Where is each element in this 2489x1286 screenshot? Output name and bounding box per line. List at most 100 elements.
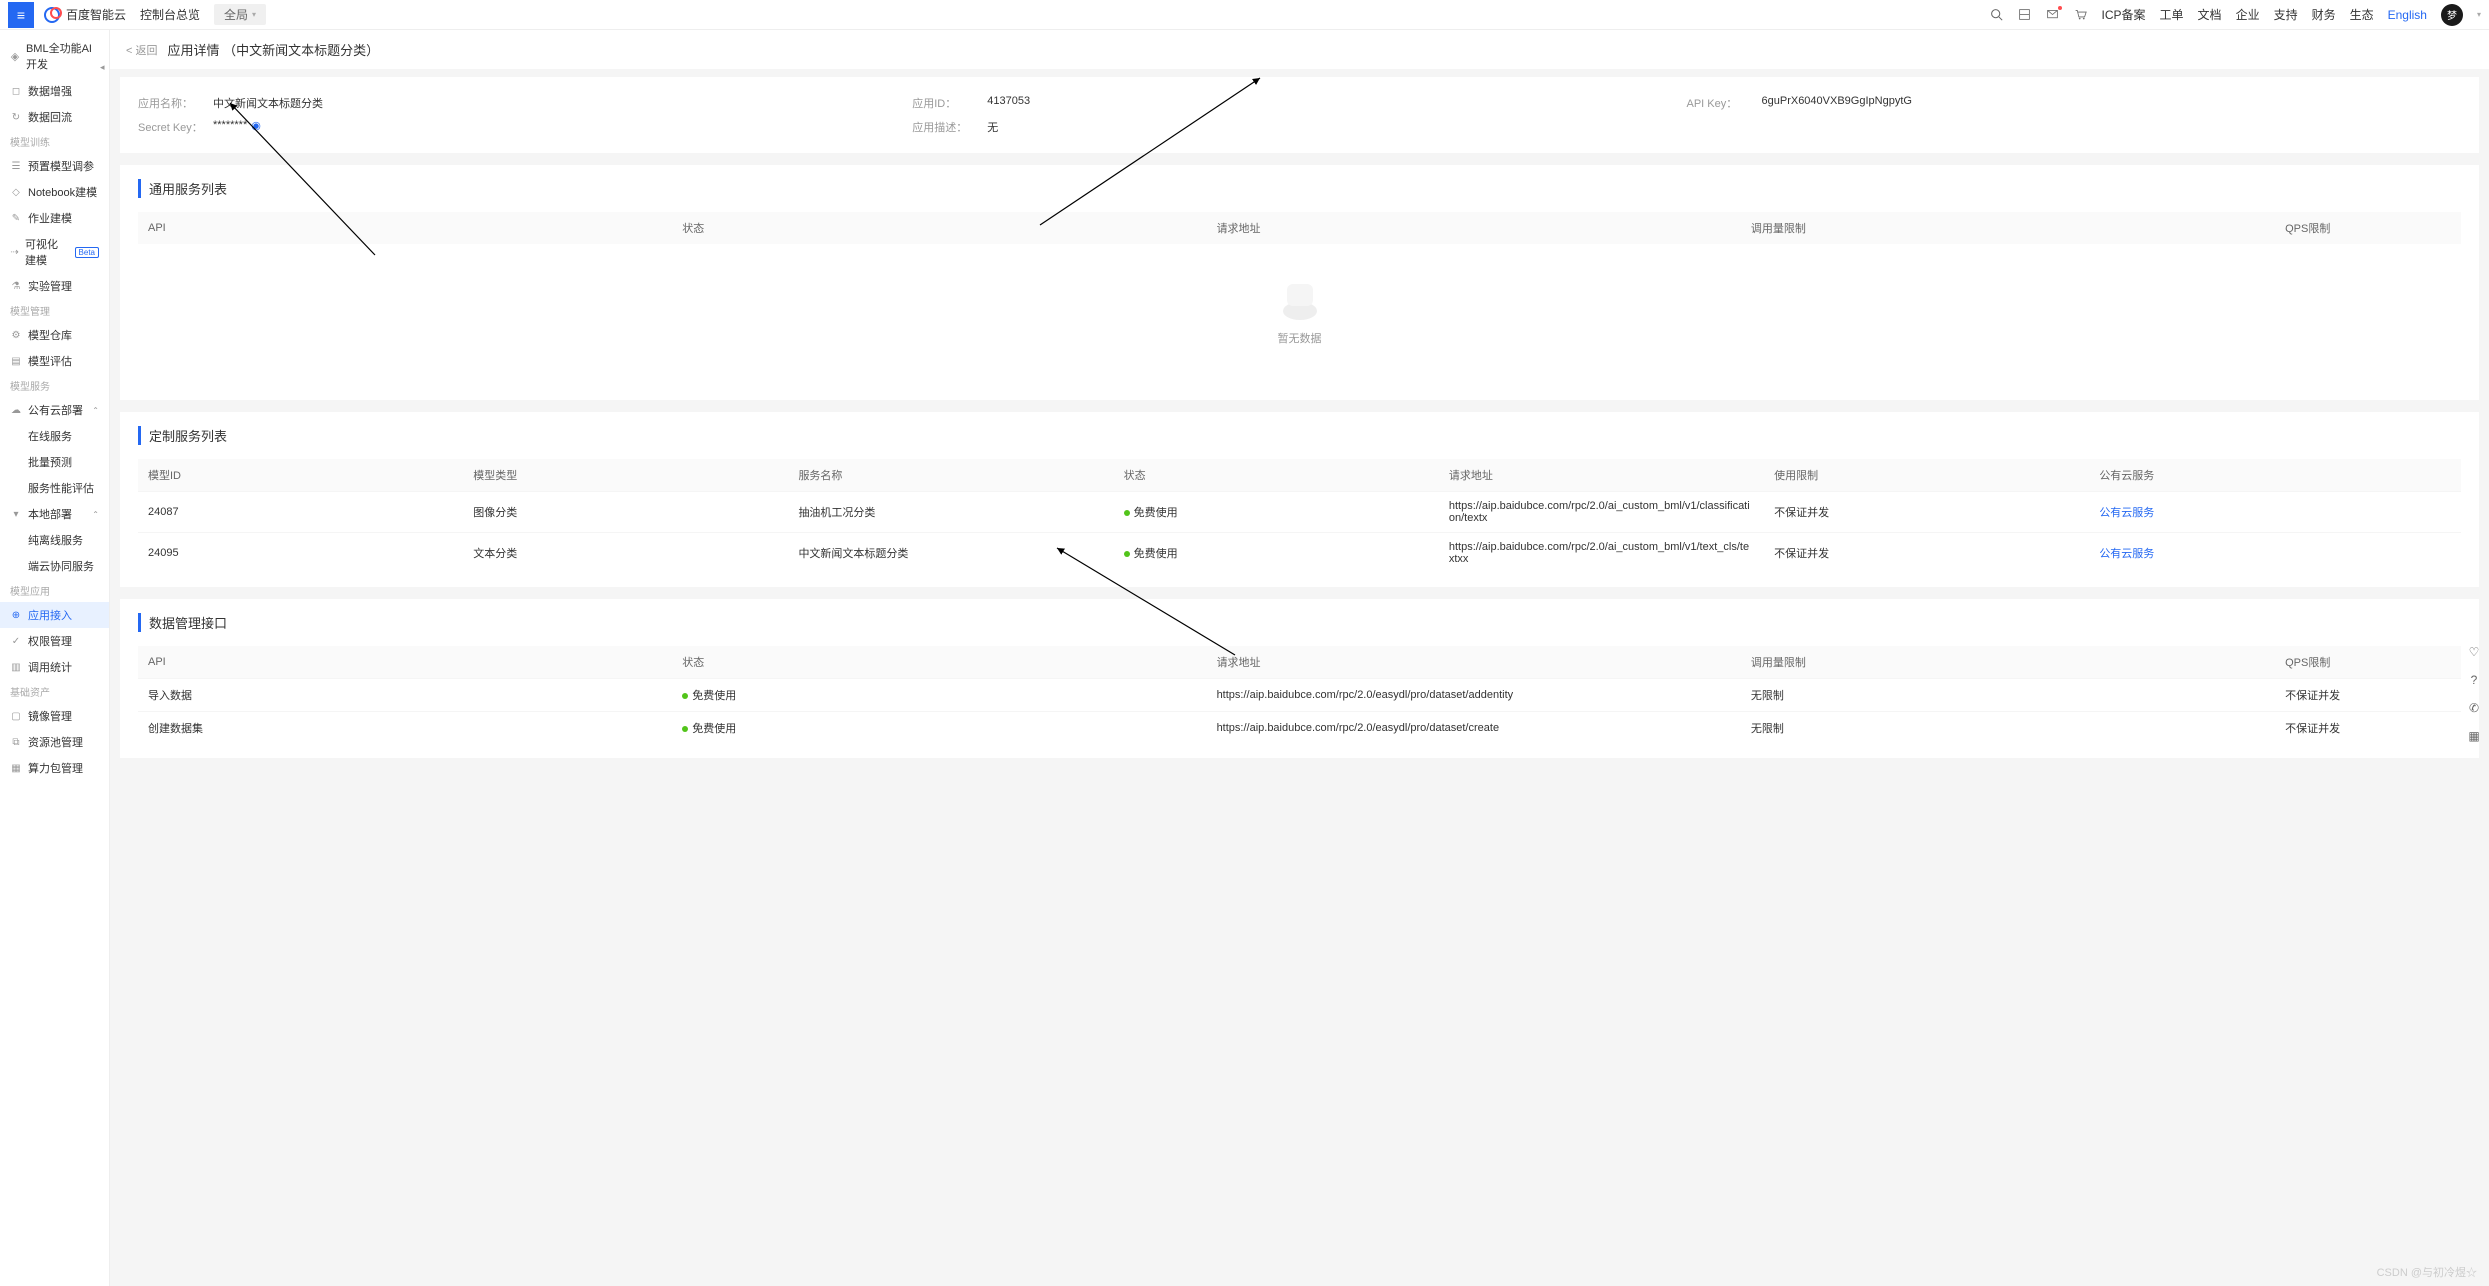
sidebar-item[interactable]: ⊕ 应用接入 xyxy=(0,602,109,628)
sidebar-item-label: 应用接入 xyxy=(28,607,72,623)
table-row: 24095文本分类中文新闻文本标题分类免费使用https://aip.baidu… xyxy=(138,533,2461,574)
sidebar-item-label: 模型评估 xyxy=(28,353,72,369)
sidebar-subitem[interactable]: 批量预测 xyxy=(0,449,109,475)
topbar: ≡ 百度智能云 控制台总览 全局 ▾ ICP备案 工单 文档 企业 支持 财务 … xyxy=(0,0,2489,30)
cell-limit: 不保证并发 xyxy=(1764,533,2089,574)
custom-service-table: 模型ID模型类型服务名称状态请求地址使用限制公有云服务 24087图像分类抽油机… xyxy=(138,459,2461,573)
sidebar-product-title[interactable]: ◈ BML全功能AI开发 xyxy=(0,34,109,78)
sidebar-item-icon: ⧉ xyxy=(10,736,22,748)
table-header: 调用量限制 xyxy=(1741,646,2275,679)
nav-icp[interactable]: ICP备案 xyxy=(2102,6,2146,23)
sidebar-item[interactable]: ▾ 本地部署 ⌃ xyxy=(0,501,109,527)
eye-icon[interactable]: ◉ xyxy=(251,119,261,135)
nav-ecosystem[interactable]: 生态 xyxy=(2350,6,2374,23)
logo[interactable]: 百度智能云 xyxy=(44,6,126,23)
table-header: QPS限制 xyxy=(2275,212,2461,244)
collapse-icon[interactable]: ◂ xyxy=(100,62,110,72)
general-service-table: API状态请求地址调用量限制QPS限制 xyxy=(138,212,2461,244)
cell-name: 抽油机工况分类 xyxy=(788,492,1113,533)
cell-qps: 不保证并发 xyxy=(2275,712,2461,745)
sidebar-item[interactable]: ▥调用统计 xyxy=(0,654,109,680)
help-icon[interactable]: ? xyxy=(2465,671,2483,689)
custom-service-title: 定制服务列表 xyxy=(138,426,2461,445)
sidebar-item-icon: ⚗ xyxy=(10,280,22,292)
cart-icon[interactable] xyxy=(2074,8,2088,22)
cell-service[interactable]: 公有云服务 xyxy=(2089,492,2461,533)
breadcrumb[interactable]: 控制台总览 xyxy=(140,6,200,23)
sidebar-item-icon: ◇ xyxy=(10,186,22,198)
scope-label: 全局 xyxy=(224,6,248,23)
nav-lang[interactable]: English xyxy=(2388,8,2427,22)
heart-icon[interactable]: ♡ xyxy=(2465,643,2483,661)
nav-support[interactable]: 支持 xyxy=(2274,6,2298,23)
sidebar-item[interactable]: ☁公有云部署⌃ xyxy=(0,397,109,423)
sidebar-item[interactable]: ▢镜像管理 xyxy=(0,703,109,729)
general-service-title: 通用服务列表 xyxy=(138,179,2461,198)
menu-button[interactable]: ≡ xyxy=(8,2,34,28)
cell-status: 免费使用 xyxy=(1114,533,1439,574)
sidebar-product-label: BML全功能AI开发 xyxy=(26,40,99,72)
sidebar-item[interactable]: ✎作业建模 xyxy=(0,205,109,231)
sidebar-subitem[interactable]: 端云协同服务 xyxy=(0,553,109,579)
sidebar-item[interactable]: ◇Notebook建模 xyxy=(0,179,109,205)
sidebar-subitem[interactable]: 纯离线服务 xyxy=(0,527,109,553)
info-app-desc: 应用描述： 无 xyxy=(912,115,1686,139)
nav-enterprise[interactable]: 企业 xyxy=(2236,6,2260,23)
avatar-chevron-icon[interactable]: ▾ xyxy=(2477,10,2481,19)
sidebar-item-icon: ▾ xyxy=(10,508,22,520)
cell-status: 免费使用 xyxy=(1114,492,1439,533)
sidebar-item[interactable]: ⚗实验管理 xyxy=(0,273,109,299)
data-api-title: 数据管理接口 xyxy=(138,613,2461,632)
sidebar-item[interactable]: ◻ 数据增强 xyxy=(0,78,109,104)
status-dot-icon xyxy=(682,726,688,732)
sidebar-item-icon: ▥ xyxy=(10,661,22,673)
table-row: 24087图像分类抽油机工况分类免费使用https://aip.baidubce… xyxy=(138,492,2461,533)
sidebar-item-label: 数据增强 xyxy=(28,83,72,99)
sidebar-item[interactable]: ↻数据回流 xyxy=(0,104,109,130)
search-icon[interactable] xyxy=(1990,8,2004,22)
app-info-panel: 应用名称： 中文新闻文本标题分类 应用ID： 4137053 API Key： … xyxy=(120,77,2479,153)
sidebar-item[interactable]: ✓权限管理 xyxy=(0,628,109,654)
sidebar-item-icon: ◻ xyxy=(10,85,22,97)
sidebar-item[interactable]: ⚙模型仓库 xyxy=(0,322,109,348)
nav-billing[interactable]: 财务 xyxy=(2312,6,2336,23)
cell-service[interactable]: 公有云服务 xyxy=(2089,533,2461,574)
cell-qps: 不保证并发 xyxy=(2275,679,2461,712)
chevron-icon: ⌃ xyxy=(92,510,99,519)
info-api-key: API Key： 6guPrX6040VXB9GgIpNgpytG xyxy=(1687,91,2461,115)
sidebar-item-label: 可视化建模 xyxy=(25,236,66,268)
scan-icon[interactable] xyxy=(2018,8,2032,22)
sidebar-subitem[interactable]: 服务性能评估 xyxy=(0,475,109,501)
sidebar-item-label: 本地部署 xyxy=(28,506,72,522)
sidebar-item-icon: ↻ xyxy=(10,111,22,123)
sidebar-item-label: 模型仓库 xyxy=(28,327,72,343)
sidebar-item-icon: ▤ xyxy=(10,355,22,367)
grid-icon[interactable]: ▦ xyxy=(2465,727,2483,745)
cell-status: 免费使用 xyxy=(672,679,1206,712)
sidebar-item-icon: ⊕ xyxy=(10,609,22,621)
avatar[interactable]: 梦 xyxy=(2441,4,2463,26)
page-header: < 返回 应用详情 （中文新闻文本标题分类） xyxy=(110,30,2489,69)
message-icon[interactable] xyxy=(2046,8,2060,22)
sidebar-item[interactable]: ▦算力包管理 xyxy=(0,755,109,781)
float-toolbar: ♡ ? ✆ ▦ xyxy=(2465,643,2483,745)
scope-select[interactable]: 全局 ▾ xyxy=(214,4,266,25)
table-header: 请求地址 xyxy=(1439,459,1764,492)
sidebar-subitem[interactable]: 在线服务 xyxy=(0,423,109,449)
nav-ticket[interactable]: 工单 xyxy=(2160,6,2184,23)
table-header: 使用限制 xyxy=(1764,459,2089,492)
sidebar-item[interactable]: ☰预置模型调参 xyxy=(0,153,109,179)
phone-icon[interactable]: ✆ xyxy=(2465,699,2483,717)
cell-limit: 不保证并发 xyxy=(1764,492,2089,533)
table-row: 导入数据免费使用https://aip.baidubce.com/rpc/2.0… xyxy=(138,679,2461,712)
general-service-panel: 通用服务列表 API状态请求地址调用量限制QPS限制 暂无数据 xyxy=(120,165,2479,400)
sidebar-item[interactable]: ▤ 模型评估 xyxy=(0,348,109,374)
sidebar-item-label: 算力包管理 xyxy=(28,760,83,776)
cell-url: https://aip.baidubce.com/rpc/2.0/easydl/… xyxy=(1207,679,1741,712)
logo-icon xyxy=(44,7,60,23)
sidebar-item[interactable]: ⇢可视化建模Beta xyxy=(0,231,109,273)
table-header: API xyxy=(138,646,672,679)
back-link[interactable]: < 返回 xyxy=(126,42,157,58)
nav-docs[interactable]: 文档 xyxy=(2198,6,2222,23)
sidebar-item[interactable]: ⧉资源池管理 xyxy=(0,729,109,755)
